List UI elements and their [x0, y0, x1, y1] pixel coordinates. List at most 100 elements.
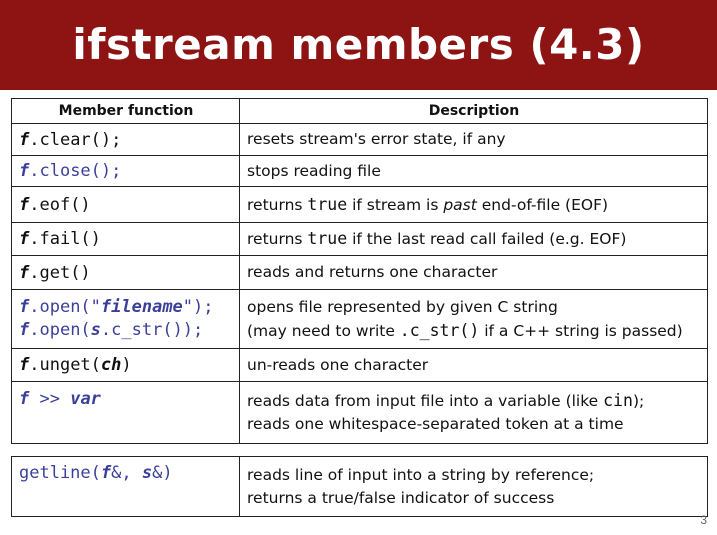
text-segment: f	[19, 262, 30, 283]
description-cell: returns true if the last read call faile…	[239, 222, 708, 256]
description-cell: returns true if stream is past end-of-fi…	[239, 186, 708, 223]
text-line: opens file represented by given C string	[247, 296, 701, 319]
text-segment: (may need to write	[247, 321, 400, 340]
table-row: f.clear(); resets stream's error state, …	[11, 123, 708, 156]
text-segment: filename	[100, 297, 183, 317]
text-line: (may need to write .c_str() if a C++ str…	[247, 319, 701, 343]
text-segment: cin	[603, 391, 633, 410]
text-segment: .clear();	[29, 129, 122, 150]
text-segment: opens file represented by given C string	[247, 297, 558, 316]
text-segment: f	[19, 320, 30, 340]
text-segment: true	[307, 194, 348, 214]
text-line: reads and returns one character	[247, 261, 701, 284]
text-line: reads line of input into a string by ref…	[247, 464, 701, 487]
table-row: f.close(); stops reading file	[11, 155, 708, 187]
member-function-cell: f.close();	[11, 155, 240, 187]
text-segment: if the last read call failed (e.g. EOF)	[347, 230, 627, 248]
text-segment: f	[19, 229, 30, 249]
table-row: f >> var reads data from input file into…	[11, 381, 708, 444]
text-segment: var	[70, 389, 101, 409]
text-segment: f	[19, 194, 30, 215]
table-row: f.unget(ch) un-reads one character	[11, 348, 708, 382]
text-line: stops reading file	[247, 160, 701, 183]
member-function-cell: f.open("filename"); f.open(s.c_str());	[11, 289, 240, 349]
text-line: reads data from input file into a variab…	[247, 389, 701, 413]
text-line: returns true if the last read call faile…	[247, 227, 701, 251]
getline-row: getline(f&, s&) reads line of input into…	[11, 456, 708, 517]
table-header-row: Member function Description	[11, 98, 708, 124]
header-member-function: Member function	[11, 98, 240, 124]
text-segment: stops reading file	[247, 161, 381, 180]
page-number: 3	[700, 513, 707, 527]
text-segment: &,	[111, 463, 142, 483]
text-segment: resets stream's error state, if any	[247, 130, 506, 148]
text-segment: reads line of input into a string by ref…	[247, 465, 595, 484]
text-segment: s	[141, 463, 153, 483]
text-segment: past	[443, 195, 477, 214]
description-cell: reads and returns one character	[239, 255, 708, 290]
text-segment: f	[19, 355, 30, 375]
description-cell: resets stream's error state, if any	[239, 123, 708, 156]
text-line: resets stream's error state, if any	[247, 128, 701, 151]
text-segment: .close();	[29, 161, 122, 181]
text-line: returns a true/false indicator of succes…	[247, 487, 701, 510]
text-segment: true	[307, 229, 348, 248]
text-segment: f	[19, 297, 30, 317]
table-row: f.fail() returns true if the last read c…	[11, 222, 708, 256]
table-row: f.open("filename"); f.open(s.c_str()); op…	[11, 289, 708, 349]
text-segment: ch	[100, 355, 122, 375]
text-segment: f	[19, 389, 30, 409]
member-function-cell: f.get()	[11, 255, 240, 290]
text-segment: .c_str()	[399, 320, 480, 340]
text-segment: reads one whitespace-separated token at …	[247, 415, 624, 433]
text-segment: f	[100, 463, 112, 483]
text-segment: &)	[152, 463, 173, 483]
text-line: f.open("filename");	[19, 296, 233, 319]
description-cell: stops reading file	[239, 155, 708, 187]
text-segment: >>	[29, 389, 71, 409]
text-segment: f	[19, 129, 30, 150]
text-segment: un-reads one character	[247, 355, 429, 374]
text-segment: )	[121, 355, 132, 375]
getline-function-cell: getline(f&, s&)	[11, 456, 240, 517]
member-function-cell: f.clear();	[11, 123, 240, 156]
member-function-cell: f.unget(ch)	[11, 348, 240, 382]
text-line: returns true if stream is past end-of-fi…	[247, 193, 701, 217]
members-table: Member function Description f.clear(); r…	[11, 98, 708, 444]
getline-description-cell: reads line of input into a string by ref…	[239, 456, 708, 517]
text-segment: reads data from input file into a variab…	[247, 392, 604, 410]
text-segment: reads and returns one character	[247, 263, 498, 281]
table-row: f.get() reads and returns one character	[11, 255, 708, 290]
text-segment: s	[90, 320, 101, 340]
table-row: f.eof() returns true if stream is past e…	[11, 186, 708, 223]
member-function-cell: f.eof()	[11, 186, 240, 223]
description-cell: opens file represented by given C string…	[239, 289, 708, 349]
text-segment: returns a true/false indicator of succes…	[247, 488, 555, 507]
text-line: f.open(s.c_str());	[19, 319, 233, 342]
text-segment: returns	[247, 195, 308, 214]
text-segment: .unget(	[29, 355, 101, 375]
text-segment: f	[19, 161, 30, 181]
text-segment: .open("	[29, 297, 101, 317]
text-segment: .get()	[29, 262, 91, 283]
text-line: un-reads one character	[247, 354, 701, 377]
text-segment: end-of-file (EOF)	[476, 195, 609, 214]
text-line: reads one whitespace-separated token at …	[247, 413, 701, 436]
member-function-cell: f >> var	[11, 381, 240, 444]
text-segment: returns	[247, 230, 308, 248]
slide-title: ifstream members (4.3)	[72, 20, 645, 69]
text-segment: );	[632, 392, 645, 410]
getline-table: getline(f&, s&) reads line of input into…	[11, 456, 708, 517]
text-segment: .c_str());	[100, 320, 204, 340]
text-segment: .eof()	[29, 194, 91, 215]
text-segment: .open(	[29, 320, 91, 340]
member-function-cell: f.fail()	[11, 222, 240, 256]
text-segment: ");	[182, 297, 214, 317]
description-cell: un-reads one character	[239, 348, 708, 382]
text-segment: .fail()	[29, 229, 101, 249]
text-segment: if a C++ string is passed)	[479, 321, 683, 340]
description-cell: reads data from input file into a variab…	[239, 381, 708, 444]
header-description: Description	[239, 98, 708, 124]
text-segment: if stream is	[347, 195, 444, 214]
text-segment: getline(	[19, 463, 101, 483]
